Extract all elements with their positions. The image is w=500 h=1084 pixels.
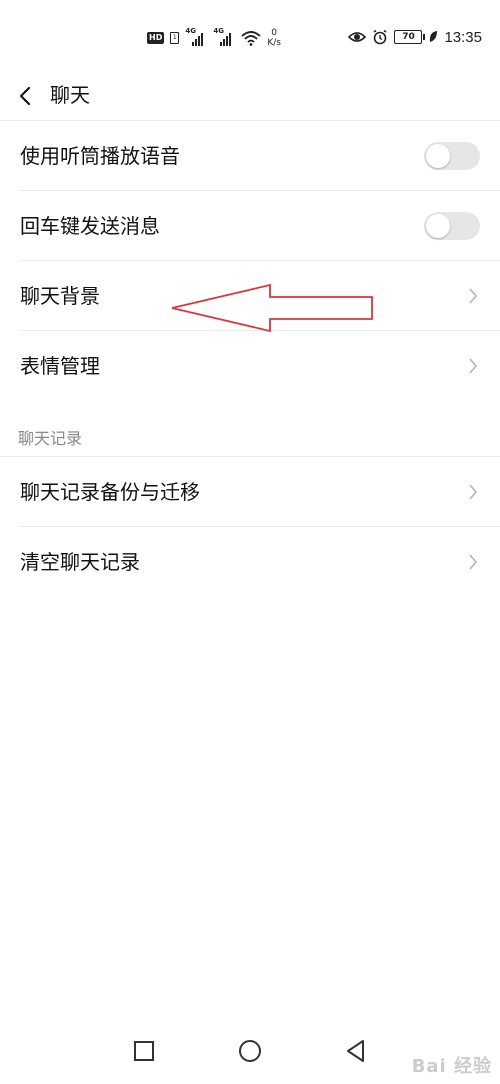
back-arrow-icon[interactable] [14, 82, 36, 110]
earpiece-voice-toggle[interactable] [424, 142, 480, 170]
hd-voice-icon: HD [147, 32, 165, 44]
section-title-chat-history: 聊天记录 [18, 429, 83, 448]
speed-value: 0 [271, 28, 278, 38]
chevron-right-icon [469, 288, 478, 304]
setting-label: 表情管理 [20, 354, 100, 378]
power-saving-leaf-icon [430, 31, 438, 42]
red-arrow-annotation-icon [171, 283, 373, 333]
alarm-icon [373, 29, 387, 45]
system-nav-bar: Bai 经验 [0, 1024, 500, 1084]
enter-send-toggle[interactable] [424, 212, 480, 240]
signal-icon-1: 4G [185, 27, 207, 46]
setting-label: 使用听筒播放语音 [20, 144, 180, 168]
page-header: 聊天 [0, 72, 500, 121]
setting-row-sticker-management[interactable]: 表情管理 [0, 331, 500, 401]
sim-icon: 1 [170, 32, 180, 44]
setting-row-clear-history[interactable]: 清空聊天记录 [0, 527, 500, 597]
circle-home-icon[interactable] [237, 1038, 263, 1064]
setting-label: 回车键发送消息 [20, 214, 160, 238]
battery-icon: 70 [394, 30, 426, 44]
clock-time: 13:35 [444, 28, 482, 46]
status-bar: HD 1 4G 4G 0 K/s 70 13:35 [0, 0, 500, 72]
triangle-back-icon[interactable] [343, 1038, 369, 1064]
watermark-logo: Bai 经验 [411, 1056, 492, 1077]
setting-row-enter-send[interactable]: 回车键发送消息 [0, 191, 500, 261]
status-indicators: HD 1 4G 4G 0 K/s [147, 26, 281, 50]
status-right: 70 13:35 [348, 26, 482, 48]
setting-row-backup-migrate[interactable]: 聊天记录备份与迁移 [0, 457, 500, 527]
wifi-icon [241, 31, 261, 46]
page-title: 聊天 [50, 83, 90, 107]
setting-label: 清空聊天记录 [20, 550, 140, 574]
eye-icon [348, 32, 367, 42]
network-speed: 0 K/s [267, 28, 281, 48]
signal-icon-2: 4G [213, 27, 235, 46]
chevron-right-icon [469, 484, 478, 500]
setting-row-earpiece-voice[interactable]: 使用听筒播放语音 [0, 121, 500, 191]
setting-label: 聊天背景 [20, 284, 100, 308]
chevron-right-icon [469, 554, 478, 570]
square-recents-icon[interactable] [131, 1038, 157, 1064]
speed-unit: K/s [267, 38, 281, 48]
chevron-right-icon [469, 358, 478, 374]
setting-label: 聊天记录备份与迁移 [20, 480, 200, 504]
